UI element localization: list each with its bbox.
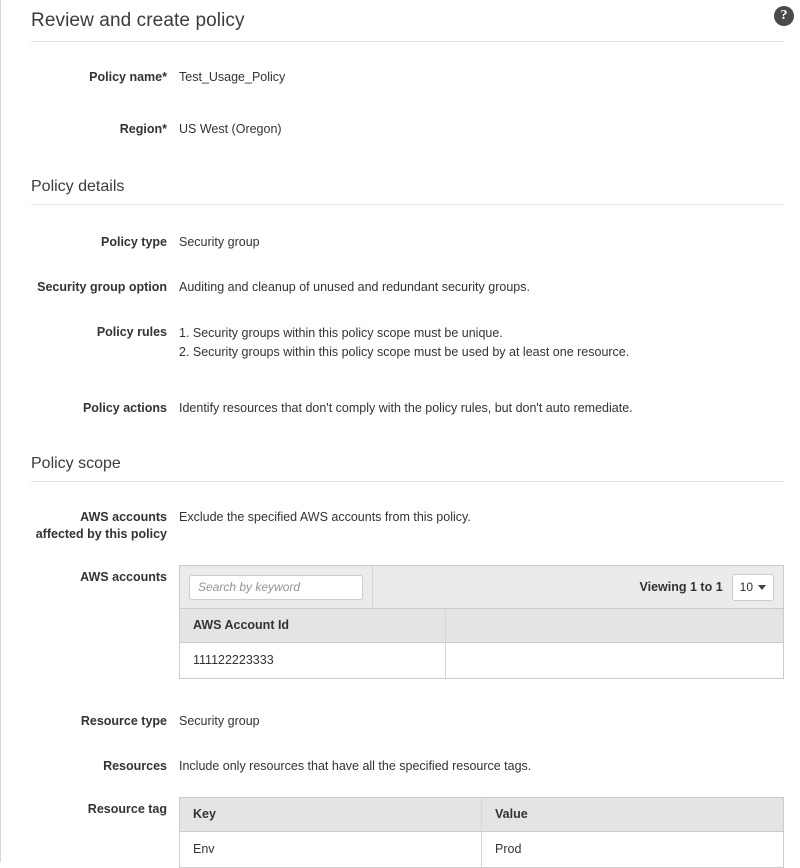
column-header-spacer — [444, 609, 783, 643]
aws-accounts-toolbar: Viewing 1 to 1 10 — [180, 565, 783, 609]
policy-name-value: Test_Usage_Policy — [179, 70, 286, 84]
resources-label: Resources — [103, 759, 167, 773]
help-circle-icon[interactable]: ? — [774, 6, 794, 26]
toolbar-right: Viewing 1 to 1 10 — [639, 573, 774, 601]
policy-scope-section: Policy scope AWS accounts affected by th… — [1, 417, 800, 868]
column-header-aws-account-id[interactable]: AWS Account Id — [180, 609, 446, 643]
column-header-key[interactable]: Key — [180, 798, 482, 832]
security-group-option-value: Auditing and cleanup of unused and redun… — [179, 280, 530, 294]
policy-details-divider — [31, 204, 784, 205]
resource-tag-label: Resource tag — [87, 802, 167, 816]
region-value: US West (Oregon) — [179, 122, 282, 136]
accounts-affected-label: AWS accounts affected by this policy — [31, 509, 179, 543]
policy-actions-label: Policy actions — [82, 401, 167, 415]
field-row-policy-name: Policy name* Test_Usage_Policy — [31, 69, 784, 86]
region-label: Region* — [119, 122, 167, 136]
accounts-affected-value: Exclude the specified AWS accounts from … — [179, 510, 471, 524]
policy-details-heading: Policy details — [31, 178, 125, 195]
search-cell — [189, 565, 373, 609]
chevron-down-icon — [758, 584, 766, 590]
page-size-select[interactable]: 10 — [731, 573, 774, 601]
table-header-row: Key Value — [180, 798, 783, 832]
column-header-value[interactable]: Value — [481, 798, 783, 832]
header-divider — [31, 41, 784, 42]
policy-actions-value: Identify resources that don't comply wit… — [179, 401, 633, 415]
policy-scope-heading: Policy scope — [31, 455, 121, 472]
page-title: Review and create policy — [31, 10, 245, 31]
cell-aws-account-id: 111122223333 — [180, 642, 446, 678]
resource-tag-table-panel: Key Value Env Prod — [179, 797, 784, 868]
accounts-affected-label-line1: AWS accounts — [80, 510, 167, 524]
review-and-create-policy-page: Review and create policy ? Policy name* … — [0, 0, 800, 868]
field-row-security-group-option: Security group option Auditing and clean… — [31, 279, 784, 296]
field-row-policy-rules: Policy rules 1. Security groups within t… — [31, 324, 784, 362]
policy-rules-value: 1. Security groups within this policy sc… — [179, 324, 784, 362]
resource-type-label: Resource type — [80, 714, 167, 728]
policy-rules-label: Policy rules — [96, 325, 167, 339]
policy-scope-divider — [31, 481, 784, 482]
summary-fields: Policy name* Test_Usage_Policy Region* U… — [1, 42, 800, 138]
policy-rule-item: 1. Security groups within this policy sc… — [179, 326, 503, 340]
policy-name-label: Policy name* — [89, 70, 167, 84]
resource-tag-table: Key Value Env Prod — [180, 798, 783, 867]
field-row-accounts-affected: AWS accounts affected by this policy Exc… — [31, 509, 784, 543]
security-group-option-label: Security group option — [37, 280, 167, 294]
table-row[interactable]: 111122223333 — [180, 642, 783, 678]
field-row-aws-accounts: AWS accounts Viewing 1 to 1 10 — [31, 565, 784, 679]
page-header: Review and create policy ? — [1, 0, 800, 42]
aws-accounts-table-panel: Viewing 1 to 1 10 AWS Account Id — [179, 565, 784, 679]
resources-value: Include only resources that have all the… — [179, 759, 532, 773]
page-size-value: 10 — [739, 579, 753, 594]
field-row-resources: Resources Include only resources that ha… — [31, 758, 784, 775]
viewing-range-text: Viewing 1 to 1 — [639, 579, 723, 594]
field-row-resource-type: Resource type Security group — [31, 713, 784, 730]
field-row-policy-type: Policy type Security group — [31, 234, 784, 251]
policy-details-section: Policy details Policy type Security grou… — [1, 138, 800, 417]
accounts-affected-label-line2: affected by this policy — [35, 527, 167, 541]
search-input[interactable] — [189, 574, 363, 600]
policy-rule-item: 2. Security groups within this policy sc… — [179, 345, 630, 359]
field-row-resource-tag: Resource tag Key Value Env Prod — [31, 797, 784, 868]
field-row-policy-actions: Policy actions Identify resources that d… — [31, 400, 784, 417]
table-header-row: AWS Account Id — [180, 609, 783, 643]
resource-type-value: Security group — [179, 714, 260, 728]
aws-accounts-table: AWS Account Id 111122223333 — [180, 609, 783, 678]
aws-accounts-label: AWS accounts — [80, 570, 167, 584]
policy-type-label: Policy type — [101, 235, 167, 249]
cell-spacer — [444, 642, 783, 678]
field-row-region: Region* US West (Oregon) — [31, 121, 784, 138]
policy-type-value: Security group — [179, 235, 260, 249]
